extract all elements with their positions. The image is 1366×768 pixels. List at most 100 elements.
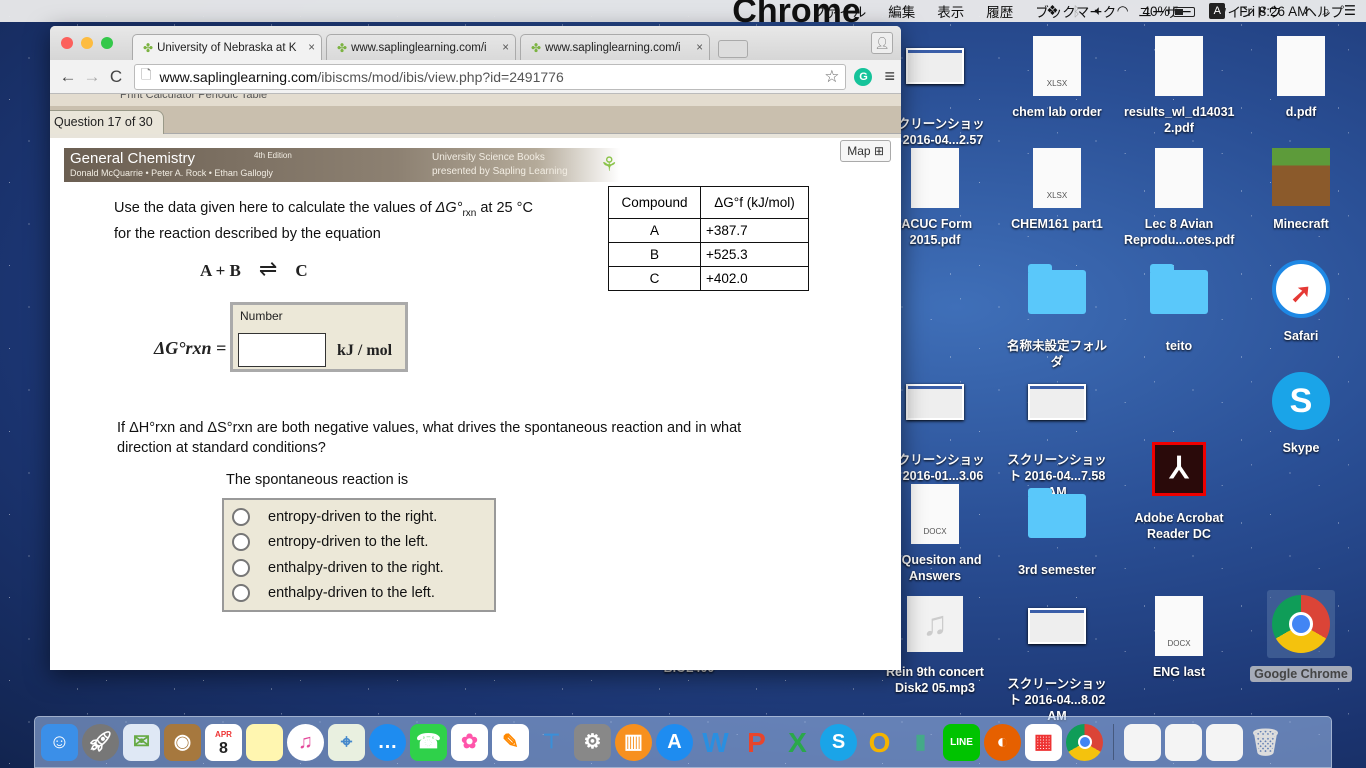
menu-view[interactable]: 表示 <box>937 1 964 21</box>
desktop-icon-teito[interactable]: teito <box>1124 260 1234 354</box>
forward-button[interactable]: → <box>80 67 104 87</box>
dock-calendar-icon[interactable]: APR 8 <box>205 723 242 761</box>
dock-keynote-icon[interactable]: ⊤ <box>533 724 570 761</box>
dock-app-store-icon[interactable]: A <box>656 723 693 761</box>
desktop-icon-screenshot-4[interactable]: スクリーンショット 2016-04...8.02 AM <box>1002 596 1112 724</box>
dock-chrome-icon[interactable] <box>1066 723 1103 761</box>
dock-trash-icon[interactable]: 🗑︎ <box>1247 724 1284 761</box>
dock-facetime-icon[interactable]: ☎ <box>410 723 447 761</box>
dock-launchpad-icon[interactable]: 🚀︎ <box>82 723 119 761</box>
docx-file-icon: DOCX <box>1155 596 1203 656</box>
close-tab-icon[interactable]: × <box>502 42 509 54</box>
dock-excel-icon[interactable]: X <box>779 724 816 761</box>
dock-skype-icon[interactable]: S <box>820 723 857 761</box>
tab-1[interactable]: ✤ University of Nebraska at K × <box>132 34 322 60</box>
radio-button[interactable] <box>232 533 250 552</box>
desktop-icon-results-pdf[interactable]: results_wl_d14031 2.pdf <box>1124 36 1235 136</box>
close-window-button[interactable] <box>61 37 73 49</box>
map-button[interactable]: Map ⊞ <box>840 140 891 162</box>
spotlight-icon[interactable]: ⌕ <box>1322 3 1330 19</box>
grammarly-extension-icon[interactable]: G <box>854 67 873 86</box>
desktop-icon-screenshot-3[interactable]: スクリーンショット 2016-04...7.58 AM <box>1002 372 1112 500</box>
option-enthalpy-left[interactable]: enthalpy-driven to the left. <box>232 581 494 607</box>
desktop-icon-eng-last[interactable]: DOCX ENG last <box>1124 596 1234 680</box>
radio-button[interactable] <box>232 558 250 577</box>
dock-powerpoint-icon[interactable]: P <box>738 724 775 761</box>
radio-button[interactable] <box>232 584 250 603</box>
zoom-window-button[interactable] <box>101 37 113 49</box>
dock-mail-icon[interactable]: ✉ <box>123 723 160 761</box>
desktop-icon-google-chrome[interactable]: Google Chrome <box>1246 590 1356 682</box>
back-button[interactable]: ← <box>56 67 80 87</box>
dock-line-icon[interactable]: LINE <box>943 723 980 761</box>
dock-word-icon[interactable]: W <box>697 724 734 761</box>
desktop-icon-safari[interactable]: ➚ Safari <box>1246 260 1356 344</box>
notification-center-icon[interactable]: ☰ <box>1344 3 1356 19</box>
screenshot-thumbnail-icon <box>906 384 964 420</box>
desktop-icon-minecraft[interactable]: Minecraft <box>1246 148 1356 232</box>
desktop-icon-chem-lab-order[interactable]: XLSX chem lab order <box>1002 36 1112 120</box>
minimize-window-button[interactable] <box>81 37 93 49</box>
pdf-file-icon <box>1277 36 1325 96</box>
dock-itunes-icon[interactable]: ♫ <box>287 723 324 761</box>
desktop-icon-3rd-semester[interactable]: 3rd semester <box>1002 484 1112 578</box>
dock-document-1-icon[interactable] <box>1124 723 1161 761</box>
chrome-menu-icon[interactable]: ≡ <box>884 66 895 87</box>
tab-2[interactable]: ✤ www.saplinglearning.com/i × <box>326 34 516 60</box>
menu-history[interactable]: 履歴 <box>986 1 1013 21</box>
dock-maps-icon[interactable]: ⌖ <box>328 723 365 761</box>
banner-edition: 4th Edition <box>254 151 292 160</box>
desktop-icon-untitled-folder[interactable]: 名称未設定フォルダ <box>1002 260 1112 370</box>
screenshot-thumbnail-icon <box>906 48 964 84</box>
profile-icon[interactable]: 👤︎ <box>871 32 893 54</box>
dock-notes-icon[interactable] <box>246 723 283 761</box>
menu-file[interactable]: ファイル <box>812 1 866 21</box>
url-host: www.saplinglearning.com <box>159 68 318 85</box>
tab-3[interactable]: ✤ www.saplinglearning.com/i × <box>520 34 710 60</box>
dock-messages-icon[interactable]: … <box>369 723 406 761</box>
desktop-icon-chem161[interactable]: XLSX CHEM161 part1 <box>1002 148 1112 232</box>
option-enthalpy-right[interactable]: enthalpy-driven to the right. <box>232 555 494 581</box>
dock-finder-icon[interactable]: ☺ <box>41 723 78 761</box>
url-path: /ibiscms/mod/ibis/view.php?id=2491776 <box>317 68 564 85</box>
dock-ibooks-icon[interactable]: ▥ <box>615 723 652 761</box>
option-entropy-right[interactable]: entropy-driven to the right. <box>232 504 494 530</box>
reload-button[interactable]: C <box>104 67 128 87</box>
desktop-icon-lec8[interactable]: Lec 8 Avian Reprodu...otes.pdf <box>1124 148 1234 248</box>
icon-label: Skype <box>1282 441 1320 455</box>
dropbox-icon[interactable]: ❖ <box>1046 3 1058 19</box>
option-entropy-left[interactable]: entropy-driven to the left. <box>232 530 494 556</box>
toolstrip-links[interactable]: Print Calculator Periodic Table <box>120 94 267 101</box>
dock-firefox-icon[interactable]: ◐ <box>984 723 1021 761</box>
new-tab-button[interactable] <box>718 40 748 58</box>
dock-system-preferences-icon[interactable]: ⚙ <box>574 723 611 761</box>
dock-numbers-icon[interactable]: ▮ <box>902 724 939 761</box>
close-tab-icon[interactable]: × <box>696 42 703 54</box>
volume-icon[interactable]: 🔈︎ <box>1095 3 1103 19</box>
question-tab[interactable]: Question 17 of 30 <box>50 110 164 134</box>
desktop-icon-d-pdf[interactable]: d.pdf <box>1246 36 1356 120</box>
clock[interactable]: Fri 8:26 AM <box>1239 4 1308 19</box>
number-input[interactable] <box>238 333 326 367</box>
map-icon: ⊞ <box>873 144 884 158</box>
close-tab-icon[interactable]: × <box>308 42 315 54</box>
dock-chrome-apps-icon[interactable]: ▦ <box>1025 723 1062 761</box>
dock-outlook-icon[interactable]: O <box>861 724 898 761</box>
dock-pages-icon[interactable]: ✎ <box>492 723 529 761</box>
wifi-icon[interactable]: ◠ <box>1117 3 1129 19</box>
icon-label: 名称未設定フォルダ <box>1006 339 1107 369</box>
dock-document-2-icon[interactable] <box>1165 723 1202 761</box>
battery-status[interactable]: 40% <box>1143 4 1196 19</box>
answer-label: ΔG°rxn = <box>154 338 227 358</box>
desktop-icon-adobe-acrobat[interactable]: ⅄ Adobe Acrobat Reader DC <box>1124 442 1234 542</box>
address-bar[interactable]: 🗋 www.saplinglearning.com/ibiscms/mod/ib… <box>134 63 847 90</box>
bookmark-star-icon[interactable]: ☆ <box>824 67 839 87</box>
bluetooth-icon[interactable]: ᛒ <box>1073 4 1081 19</box>
input-source-icon[interactable]: A <box>1209 3 1226 19</box>
dock-photos-icon[interactable]: ✿ <box>451 723 488 761</box>
radio-button[interactable] <box>232 507 250 526</box>
menu-edit[interactable]: 編集 <box>888 1 915 21</box>
dock-document-3-icon[interactable] <box>1206 723 1243 761</box>
desktop-icon-skype[interactable]: S Skype <box>1246 372 1356 456</box>
dock-contacts-icon[interactable]: ◉ <box>164 723 201 761</box>
